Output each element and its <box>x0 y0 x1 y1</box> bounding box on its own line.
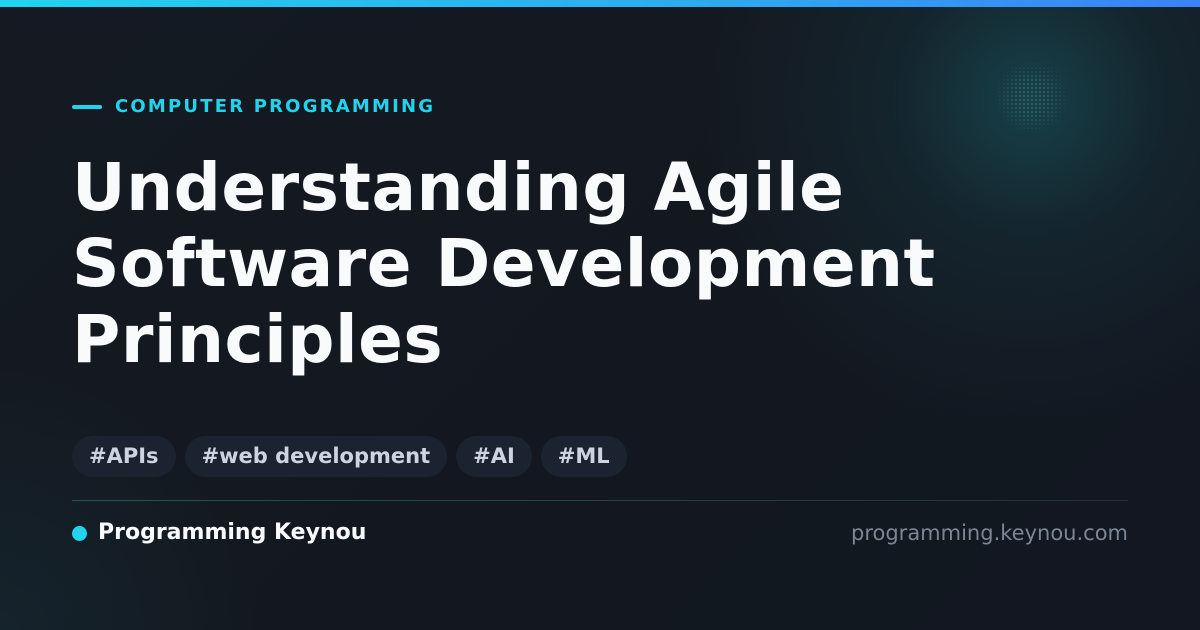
tag-apis[interactable]: #APIs <box>72 436 176 477</box>
tag-ml[interactable]: #ML <box>540 436 627 477</box>
page-title: Understanding Agile Software Development… <box>72 150 1132 378</box>
tag-list: #APIs #web development #AI #ML <box>72 436 627 477</box>
title-line-2: Software Development <box>72 225 936 302</box>
brand-dot-icon <box>72 525 87 541</box>
brand-name: Programming Keynou <box>98 520 367 545</box>
category-label: COMPUTER PROGRAMMING <box>72 96 435 118</box>
tag-web-development[interactable]: #web development <box>184 436 448 477</box>
category-text: COMPUTER PROGRAMMING <box>115 96 436 117</box>
dot-pattern-decoration <box>994 62 1070 132</box>
brand: Programming Keynou <box>72 518 366 548</box>
accent-top-bar <box>0 0 1200 7</box>
category-accent-line <box>72 105 102 109</box>
tag-ai[interactable]: #AI <box>456 436 532 477</box>
site-url[interactable]: programming.keynou.com <box>851 518 1128 548</box>
footer-divider <box>72 500 1128 501</box>
social-card: COMPUTER PROGRAMMING Understanding Agile… <box>0 0 1200 630</box>
title-line-3: Principles <box>72 301 444 378</box>
title-line-1: Understanding Agile <box>72 149 845 226</box>
